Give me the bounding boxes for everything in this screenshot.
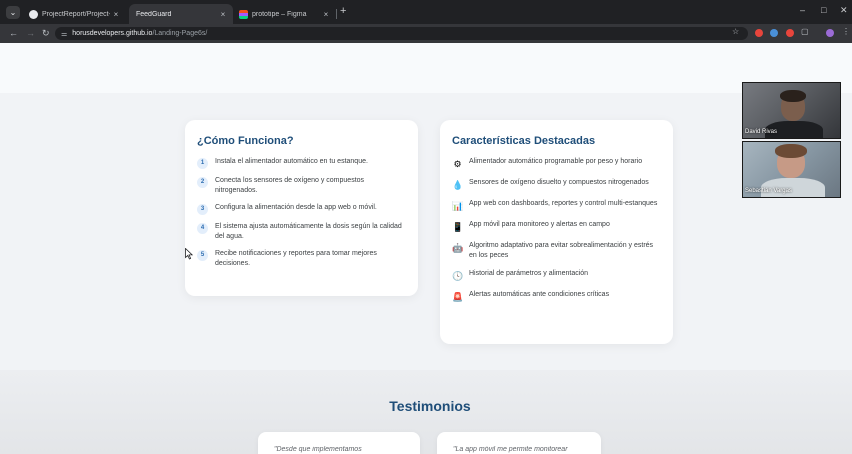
feature-text: Sensores de oxígeno disuelto y compuesto…	[469, 179, 649, 186]
video-tile[interactable]: David Rivas	[742, 82, 841, 139]
menu-kebab-icon[interactable]: ⋮	[842, 27, 850, 36]
step-item: 3 Configura la alimentación desde la app…	[197, 203, 407, 215]
new-tab-button[interactable]: +	[340, 6, 346, 17]
testimonial-card: "La app móvil me permite monitorear	[437, 432, 601, 454]
how-it-works-title: ¿Cómo Funciona?	[197, 135, 294, 147]
tab-close-icon[interactable]: ×	[110, 10, 122, 19]
top-section	[0, 43, 852, 93]
gear-icon: ⚙	[453, 159, 462, 169]
tab-label: prototipe – Figma	[252, 10, 307, 18]
feature-text: App web con dashboards, reportes y contr…	[469, 200, 658, 207]
extension-icon[interactable]	[755, 29, 763, 37]
restore-button[interactable]: □	[821, 5, 826, 15]
step-item: 4 El sistema ajusta automáticamente la d…	[197, 222, 407, 242]
feature-text: App móvil para monitoreo y alertas en ca…	[469, 221, 610, 228]
tab-label: ProjectReport/Project-Reportin	[42, 10, 110, 18]
tab-project-report[interactable]: ProjectReport/Project-Reportin ×	[22, 4, 126, 24]
forward-icon[interactable]: →	[26, 27, 35, 39]
reload-icon[interactable]: ↻	[42, 27, 50, 39]
testimonial-quote: "La app móvil me permite monitorear	[453, 446, 568, 453]
features-title: Características Destacadas	[452, 135, 596, 147]
close-window-button[interactable]: ✕	[840, 5, 848, 16]
landing-page: ¿Cómo Funciona? 1 Instala el alimentador…	[0, 43, 852, 454]
testimonials-title: Testimonios	[389, 398, 471, 414]
testimonial-quote: "Desde que implementamos	[274, 446, 362, 453]
clock-icon: 🕓	[452, 271, 464, 281]
step-text: Instala el alimentador automático en tu …	[215, 158, 368, 165]
extension-icon[interactable]	[786, 29, 794, 37]
participant-hair	[775, 144, 807, 158]
feature-text: Algoritmo adaptativo para evitar sobreal…	[469, 242, 654, 259]
site-info-icon[interactable]: ⚌	[61, 30, 67, 38]
step-number-badge: 3	[197, 204, 208, 215]
step-text: Recibe notificaciones y reportes para to…	[215, 250, 377, 267]
url-path: /Landing-Page6s/	[152, 30, 208, 37]
tab-figma[interactable]: prototipe – Figma ×	[232, 4, 336, 24]
step-item: 5 Recibe notificaciones y reportes para …	[197, 249, 407, 269]
step-number-badge: 5	[197, 250, 208, 261]
mouse-cursor-icon	[185, 248, 193, 260]
how-it-works-card: ¿Cómo Funciona? 1 Instala el alimentador…	[185, 120, 418, 296]
step-item: 1 Instala el alimentador automático en t…	[197, 157, 407, 169]
step-text: Conecta los sensores de oxígeno y compue…	[215, 177, 365, 194]
github-icon	[29, 9, 38, 19]
participant-name: David Rivas	[745, 129, 778, 135]
browser-toolbar: ← → ↻ ⚌ horusdevelopers.github.io /Landi…	[0, 24, 852, 43]
extensions-puzzle-icon[interactable]: ▢	[801, 27, 809, 36]
address-bar[interactable]: ⚌ horusdevelopers.github.io /Landing-Pag…	[55, 27, 748, 40]
tab-divider	[336, 9, 337, 19]
feature-text: Historial de parámetros y alimentación	[469, 270, 589, 277]
feature-item: 🤖 Algoritmo adaptativo para evitar sobre…	[452, 241, 662, 261]
back-icon[interactable]: ←	[9, 27, 18, 39]
step-number-badge: 1	[197, 158, 208, 169]
tab-label: FeedGuard	[136, 10, 172, 18]
feature-item: 📊 App web con dashboards, reportes y con…	[452, 199, 662, 212]
bar-chart-icon: 📊	[452, 201, 464, 211]
tab-close-icon[interactable]: ×	[320, 10, 332, 19]
step-item: 2 Conecta los sensores de oxígeno y comp…	[197, 176, 407, 196]
features-list: ⚙ Alimentador automático programable por…	[452, 157, 662, 311]
tab-search-icon[interactable]: ⌄	[6, 6, 20, 19]
testimonial-card: "Desde que implementamos	[258, 432, 420, 454]
water-drop-icon: 💧	[452, 180, 464, 190]
feature-item: 🕓 Historial de parámetros y alimentación	[452, 269, 662, 282]
step-number-badge: 2	[197, 177, 208, 188]
url-host: horusdevelopers.github.io	[72, 30, 153, 37]
mobile-phone-icon: 📱	[452, 222, 464, 232]
profile-avatar[interactable]	[826, 29, 834, 37]
figma-icon	[239, 9, 248, 19]
participant-name: Sebastián Vargas	[745, 188, 792, 194]
step-number-badge: 4	[197, 223, 208, 234]
minimize-button[interactable]: –	[800, 5, 805, 15]
participant-hair	[780, 90, 806, 102]
siren-icon: 🚨	[452, 292, 464, 302]
features-card: Características Destacadas ⚙ Alimentador…	[440, 120, 673, 344]
feature-item: ⚙ Alimentador automático programable por…	[452, 157, 662, 170]
tab-close-icon[interactable]: ×	[217, 10, 229, 19]
extension-icon[interactable]	[770, 29, 778, 37]
steps-list: 1 Instala el alimentador automático en t…	[197, 157, 407, 276]
bookmark-star-icon[interactable]: ☆	[732, 27, 739, 36]
feature-item: 💧 Sensores de oxígeno disuelto y compues…	[452, 178, 662, 191]
step-text: El sistema ajusta automáticamente la dos…	[215, 223, 402, 240]
feature-text: Alimentador automático programable por p…	[469, 158, 643, 165]
tab-feedguard[interactable]: FeedGuard ×	[129, 4, 233, 24]
step-text: Configura la alimentación desde la app w…	[215, 204, 377, 211]
feature-item: 📱 App móvil para monitoreo y alertas en …	[452, 220, 662, 233]
video-tile[interactable]: Sebastián Vargas	[742, 141, 841, 198]
browser-tab-strip: ⌄ ProjectReport/Project-Reportin × FeedG…	[0, 0, 852, 24]
feature-item: 🚨 Alertas automáticas ante condiciones c…	[452, 290, 662, 303]
feature-text: Alertas automáticas ante condiciones crí…	[469, 291, 610, 298]
robot-icon: 🤖	[452, 243, 464, 253]
